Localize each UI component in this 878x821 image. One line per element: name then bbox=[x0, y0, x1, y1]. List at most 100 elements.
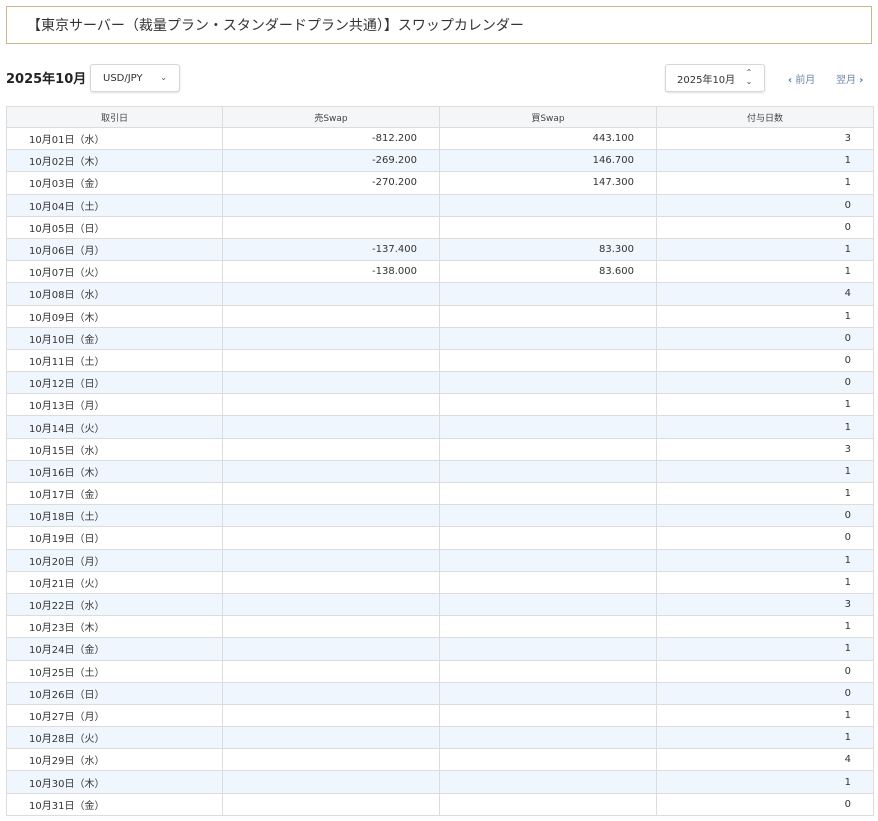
page-title: 【東京サーバー（裁量プラン・スタンダードプラン共通）】スワップカレンダー bbox=[6, 6, 872, 44]
trade-date-cell: 10月04日（土） bbox=[6, 193, 223, 217]
sell-swap-cell bbox=[222, 592, 440, 617]
grant-days-cell: 1 bbox=[656, 637, 874, 661]
grant-days-cell: 1 bbox=[656, 481, 874, 506]
buy-swap-cell bbox=[439, 703, 657, 728]
trade-date-cell: 10月24日（金） bbox=[6, 637, 223, 661]
buy-swap-cell bbox=[439, 504, 657, 528]
buy-swap-cell bbox=[439, 792, 657, 816]
table-row: 10月19日（日） 0 bbox=[6, 526, 874, 550]
month-select[interactable]: 2025年10月 ⌃ ⌄ bbox=[665, 64, 765, 92]
grant-days-cell: 0 bbox=[656, 215, 874, 239]
grant-days-cell: 3 bbox=[656, 592, 874, 617]
buy-swap-cell bbox=[439, 637, 657, 661]
grant-days-cell: 1 bbox=[656, 304, 874, 328]
table-row: 10月10日（金） 0 bbox=[6, 326, 874, 350]
buy-swap-cell bbox=[439, 215, 657, 239]
trade-date-cell: 10月20日（月） bbox=[6, 548, 223, 572]
table-row: 10月22日（水） 3 bbox=[6, 592, 874, 617]
table-row: 10月06日（月） -137.400 83.300 1 bbox=[6, 237, 874, 262]
trade-date-cell: 10月14日（火） bbox=[6, 415, 223, 439]
sell-swap-cell bbox=[222, 215, 440, 239]
table-row: 10月20日（月） 1 bbox=[6, 548, 874, 572]
trade-date-cell: 10月06日（月） bbox=[6, 237, 223, 262]
grant-days-cell: 0 bbox=[656, 371, 874, 395]
trade-date-cell: 10月01日（水） bbox=[6, 126, 223, 151]
sell-swap-cell: -270.200 bbox=[222, 171, 440, 195]
trade-date-cell: 10月16日（木） bbox=[6, 459, 223, 484]
next-month-label: 翌月 bbox=[836, 75, 856, 86]
sell-swap-cell bbox=[222, 282, 440, 306]
currency-pair-select[interactable]: USD/JPY ⌄ bbox=[90, 64, 180, 92]
table-row: 10月09日（木） 1 bbox=[6, 304, 874, 328]
prev-month-link[interactable]: ‹ 前月 bbox=[788, 71, 815, 86]
chevron-right-icon: › bbox=[859, 75, 864, 86]
table-header-row: 取引日 売Swap 買Swap 付与日数 bbox=[6, 106, 874, 128]
trade-date-cell: 10月08日（水） bbox=[6, 282, 223, 306]
sell-swap-cell bbox=[222, 481, 440, 506]
table-row: 10月26日（日） 0 bbox=[6, 681, 874, 705]
grant-days-cell: 3 bbox=[656, 126, 874, 151]
buy-swap-cell bbox=[439, 282, 657, 306]
page-title-text: 【東京サーバー（裁量プラン・スタンダードプラン共通）】スワップカレンダー bbox=[27, 18, 524, 34]
grant-days-cell: 0 bbox=[656, 504, 874, 528]
sell-swap-cell bbox=[222, 659, 440, 683]
sell-swap-cell: -138.000 bbox=[222, 260, 440, 284]
table-row: 10月12日（日） 0 bbox=[6, 371, 874, 395]
buy-swap-cell: 146.700 bbox=[439, 149, 657, 173]
sell-swap-cell: -812.200 bbox=[222, 126, 440, 151]
sell-swap-cell bbox=[222, 415, 440, 439]
next-month-link[interactable]: 翌月 › bbox=[836, 71, 863, 86]
buy-swap-cell: 443.100 bbox=[439, 126, 657, 151]
grant-days-cell: 1 bbox=[656, 171, 874, 195]
trade-date-cell: 10月03日（金） bbox=[6, 171, 223, 195]
sell-swap-cell: -269.200 bbox=[222, 149, 440, 173]
table-row: 10月02日（木） -269.200 146.700 1 bbox=[6, 149, 874, 173]
buy-swap-cell bbox=[439, 548, 657, 572]
grant-days-cell: 1 bbox=[656, 726, 874, 750]
table-row: 10月18日（土） 0 bbox=[6, 504, 874, 528]
buy-swap-cell bbox=[439, 326, 657, 350]
column-header-sell-swap: 売Swap bbox=[222, 106, 440, 128]
buy-swap-cell bbox=[439, 659, 657, 683]
table-row: 10月29日（水） 4 bbox=[6, 748, 874, 772]
grant-days-cell: 1 bbox=[656, 548, 874, 572]
sell-swap-cell bbox=[222, 703, 440, 728]
trade-date-cell: 10月07日（火） bbox=[6, 260, 223, 284]
sell-swap-cell bbox=[222, 393, 440, 417]
buy-swap-cell bbox=[439, 371, 657, 395]
grant-days-cell: 0 bbox=[656, 792, 874, 816]
buy-swap-cell bbox=[439, 304, 657, 328]
table-row: 10月04日（土） 0 bbox=[6, 193, 874, 217]
grant-days-cell: 0 bbox=[656, 326, 874, 350]
prev-month-label: 前月 bbox=[795, 75, 816, 86]
sell-swap-cell bbox=[222, 748, 440, 772]
trade-date-cell: 10月27日（月） bbox=[6, 703, 223, 728]
trade-date-cell: 10月17日（金） bbox=[6, 481, 223, 506]
table-row: 10月08日（水） 4 bbox=[6, 282, 874, 306]
buy-swap-cell bbox=[439, 193, 657, 217]
buy-swap-cell bbox=[439, 592, 657, 617]
currency-pair-value: USD/JPY bbox=[103, 72, 143, 84]
trade-date-cell: 10月21日（火） bbox=[6, 570, 223, 594]
table-row: 10月24日（金） 1 bbox=[6, 637, 874, 661]
trade-date-cell: 10月26日（日） bbox=[6, 681, 223, 705]
table-row: 10月16日（木） 1 bbox=[6, 459, 874, 484]
buy-swap-cell: 147.300 bbox=[439, 171, 657, 195]
trade-date-cell: 10月09日（木） bbox=[6, 304, 223, 328]
buy-swap-cell: 83.600 bbox=[439, 260, 657, 284]
table-row: 10月03日（金） -270.200 147.300 1 bbox=[6, 171, 874, 195]
buy-swap-cell bbox=[439, 770, 657, 794]
trade-date-cell: 10月28日（火） bbox=[6, 726, 223, 750]
buy-swap-cell bbox=[439, 526, 657, 550]
column-header-buy-swap: 買Swap bbox=[439, 106, 657, 128]
sell-swap-cell bbox=[222, 570, 440, 594]
grant-days-cell: 3 bbox=[656, 437, 874, 461]
table-row: 10月05日（日） 0 bbox=[6, 215, 874, 239]
sell-swap-cell bbox=[222, 504, 440, 528]
trade-date-cell: 10月19日（日） bbox=[6, 526, 223, 550]
trade-date-cell: 10月13日（月） bbox=[6, 393, 223, 417]
table-row: 10月21日（火） 1 bbox=[6, 570, 874, 594]
grant-days-cell: 1 bbox=[656, 770, 874, 794]
sell-swap-cell bbox=[222, 615, 440, 639]
grant-days-cell: 1 bbox=[656, 703, 874, 728]
